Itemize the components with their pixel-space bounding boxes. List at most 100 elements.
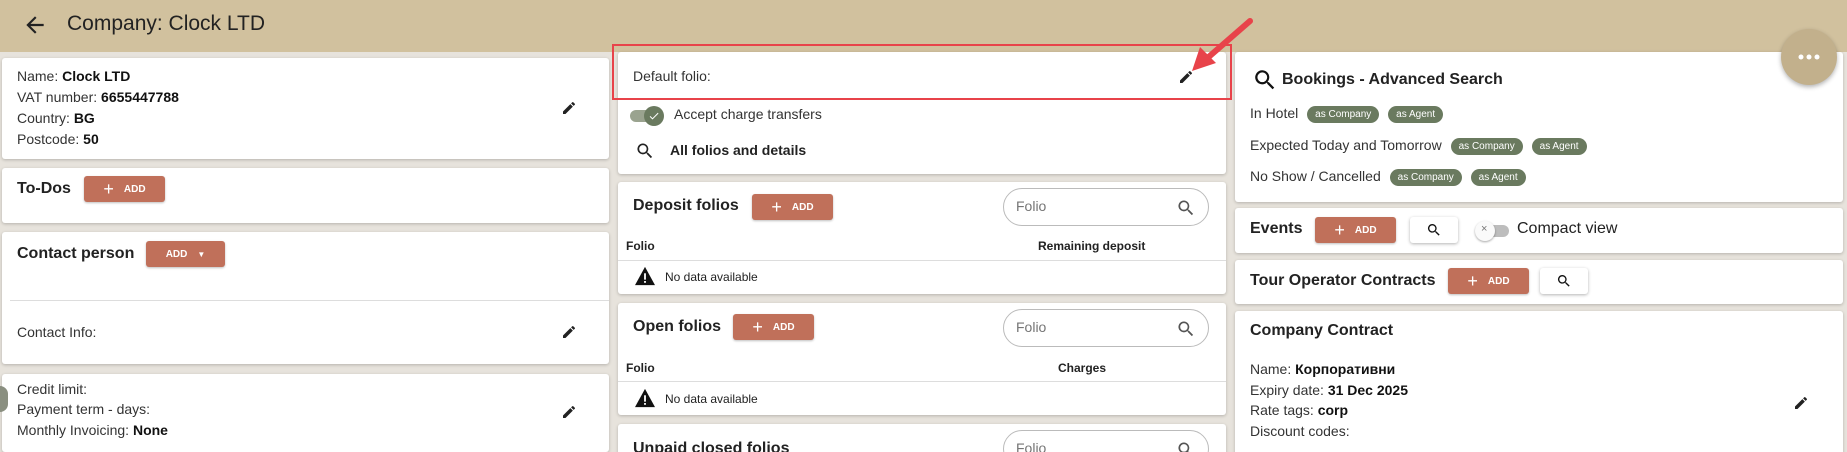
column-header-charges: Charges	[1058, 361, 1107, 375]
accept-transfers-toggle[interactable]	[630, 106, 664, 126]
column-header-folio: Folio	[626, 239, 655, 253]
add-label: ADD	[1487, 275, 1510, 287]
search-icon	[637, 143, 653, 159]
add-label: ADD	[772, 321, 795, 333]
caret-down-icon: ▼	[197, 249, 206, 259]
rate-tags: corp	[1317, 402, 1349, 418]
open-folios-title: Open folios	[633, 318, 721, 335]
check-icon	[649, 112, 659, 120]
contact-person-title: Contact person	[17, 245, 135, 262]
expiry-date: 31 Dec 2025	[1327, 382, 1409, 398]
column-header-folio: Folio	[626, 361, 655, 375]
rate-tags-label: Rate tags:	[1250, 402, 1314, 418]
open-folio-search[interactable]	[1003, 309, 1209, 347]
unpaid-folio-search-input[interactable]	[1016, 440, 1136, 452]
add-todo-button[interactable]: + ADD	[84, 176, 165, 202]
unpaid-folios-title: Unpaid closed folios	[633, 440, 790, 452]
todos-card: To-Dos + ADD	[2, 168, 609, 223]
plus-icon: +	[1467, 271, 1478, 291]
search-icon[interactable]	[1176, 198, 1196, 218]
vat-label: VAT number:	[17, 89, 98, 105]
plus-icon: +	[752, 317, 763, 337]
booking-row-in-hotel: In Hotel as Company as Agent	[1250, 105, 1444, 123]
deposit-folio-search-input[interactable]	[1016, 198, 1136, 214]
plus-icon: +	[103, 179, 114, 199]
monthly-invoicing-label: Monthly Invoicing:	[17, 422, 130, 438]
company-contract-title: Company Contract	[1250, 322, 1394, 339]
compact-view-label: Compact view	[1517, 220, 1618, 237]
edit-credit-icon[interactable]	[561, 404, 577, 420]
company-name: Clock LTD	[62, 68, 131, 84]
add-open-folio-button[interactable]: + ADD	[733, 314, 814, 340]
name-label: Name:	[17, 68, 59, 84]
as-agent-chip[interactable]: as Agent	[1531, 137, 1587, 155]
highlight-box	[612, 44, 1232, 100]
more-actions-button[interactable]	[1781, 29, 1837, 85]
postcode: 50	[83, 131, 99, 147]
contact-info-label: Contact Info:	[17, 324, 97, 340]
edit-contract-icon[interactable]	[1793, 395, 1809, 411]
booking-row-no-show: No Show / Cancelled as Company as Agent	[1250, 168, 1526, 186]
plus-icon: +	[771, 197, 782, 217]
compact-view-toggle[interactable]: ×	[1475, 221, 1509, 241]
unpaid-folios-card: Unpaid closed folios	[618, 424, 1226, 452]
no-data-text: No data available	[665, 392, 758, 406]
as-company-chip[interactable]: as Company	[1450, 137, 1523, 155]
plus-icon: +	[1334, 220, 1345, 240]
edit-company-icon[interactable]	[561, 100, 577, 116]
all-folios-link[interactable]: All folios and details	[670, 142, 806, 158]
booking-row-label: No Show / Cancelled	[1250, 168, 1381, 184]
as-company-chip[interactable]: as Company	[1307, 105, 1380, 123]
add-deposit-folio-button[interactable]: + ADD	[752, 194, 833, 220]
divider	[10, 300, 609, 301]
side-handle[interactable]	[0, 386, 8, 412]
table-divider	[618, 381, 1226, 382]
table-divider	[618, 260, 1226, 261]
back-arrow-icon[interactable]	[22, 12, 48, 38]
search-icon[interactable]	[1176, 440, 1196, 452]
company-info-card: Name: Clock LTD VAT number: 6655447788 C…	[2, 58, 609, 159]
warning-icon	[635, 388, 655, 408]
credit-card: Credit limit: Payment term - days: Month…	[0, 374, 609, 452]
monthly-invoicing-value: None	[132, 422, 168, 438]
bookings-search-card: Bookings - Advanced Search In Hotel as C…	[1235, 52, 1843, 202]
search-icon	[1427, 224, 1440, 236]
as-company-chip[interactable]: as Company	[1389, 168, 1462, 186]
add-contact-dropdown-button[interactable]: ADD ▼	[146, 241, 225, 267]
open-folios-card: Open folios + ADD Folio Charges No data a…	[618, 303, 1226, 415]
vat-number: 6655447788	[101, 89, 179, 105]
search-icon[interactable]	[1176, 319, 1196, 339]
warning-icon	[635, 266, 655, 286]
discount-codes-label: Discount codes:	[1250, 423, 1350, 439]
search-icon	[1255, 70, 1275, 90]
booking-row-label: Expected Today and Tomorrow	[1250, 137, 1442, 153]
search-events-button[interactable]	[1410, 217, 1458, 243]
country: BG	[73, 110, 95, 126]
as-agent-chip[interactable]: as Agent	[1470, 168, 1526, 186]
add-label: ADD	[791, 201, 814, 213]
as-agent-chip[interactable]: as Agent	[1388, 105, 1444, 123]
todos-title: To-Dos	[17, 180, 71, 197]
deposit-folios-card: Deposit folios + ADD Folio Remaining depo…	[618, 182, 1226, 294]
more-horizontal-icon	[1798, 54, 1820, 60]
events-card: Events + ADD × Compact view	[1235, 208, 1843, 253]
credit-limit-label: Credit limit:	[17, 381, 88, 397]
expiry-date-label: Expiry date:	[1250, 382, 1324, 398]
tour-operator-title: Tour Operator Contracts	[1250, 272, 1436, 289]
open-folio-search-input[interactable]	[1016, 319, 1136, 335]
accept-transfers-label: Accept charge transfers	[674, 106, 822, 122]
add-label: ADD	[1354, 224, 1377, 236]
add-tour-contract-button[interactable]: + ADD	[1448, 268, 1529, 294]
add-event-button[interactable]: + ADD	[1315, 217, 1396, 243]
tour-operator-card: Tour Operator Contracts + ADD	[1235, 260, 1843, 304]
contact-person-card: Contact person ADD ▼ Contact Info:	[2, 232, 609, 364]
edit-contact-icon[interactable]	[561, 324, 577, 340]
country-label: Country:	[17, 110, 70, 126]
company-contract-card: Company Contract Name: Корпоративни Expi…	[1235, 311, 1843, 452]
bookings-title: Bookings - Advanced Search	[1282, 71, 1503, 88]
postcode-label: Postcode:	[17, 131, 80, 147]
search-tour-contracts-button[interactable]	[1540, 268, 1588, 294]
deposit-folio-search[interactable]	[1003, 188, 1209, 226]
unpaid-folio-search[interactable]	[1003, 430, 1209, 452]
page-title: Company: Clock LTD	[67, 12, 266, 35]
